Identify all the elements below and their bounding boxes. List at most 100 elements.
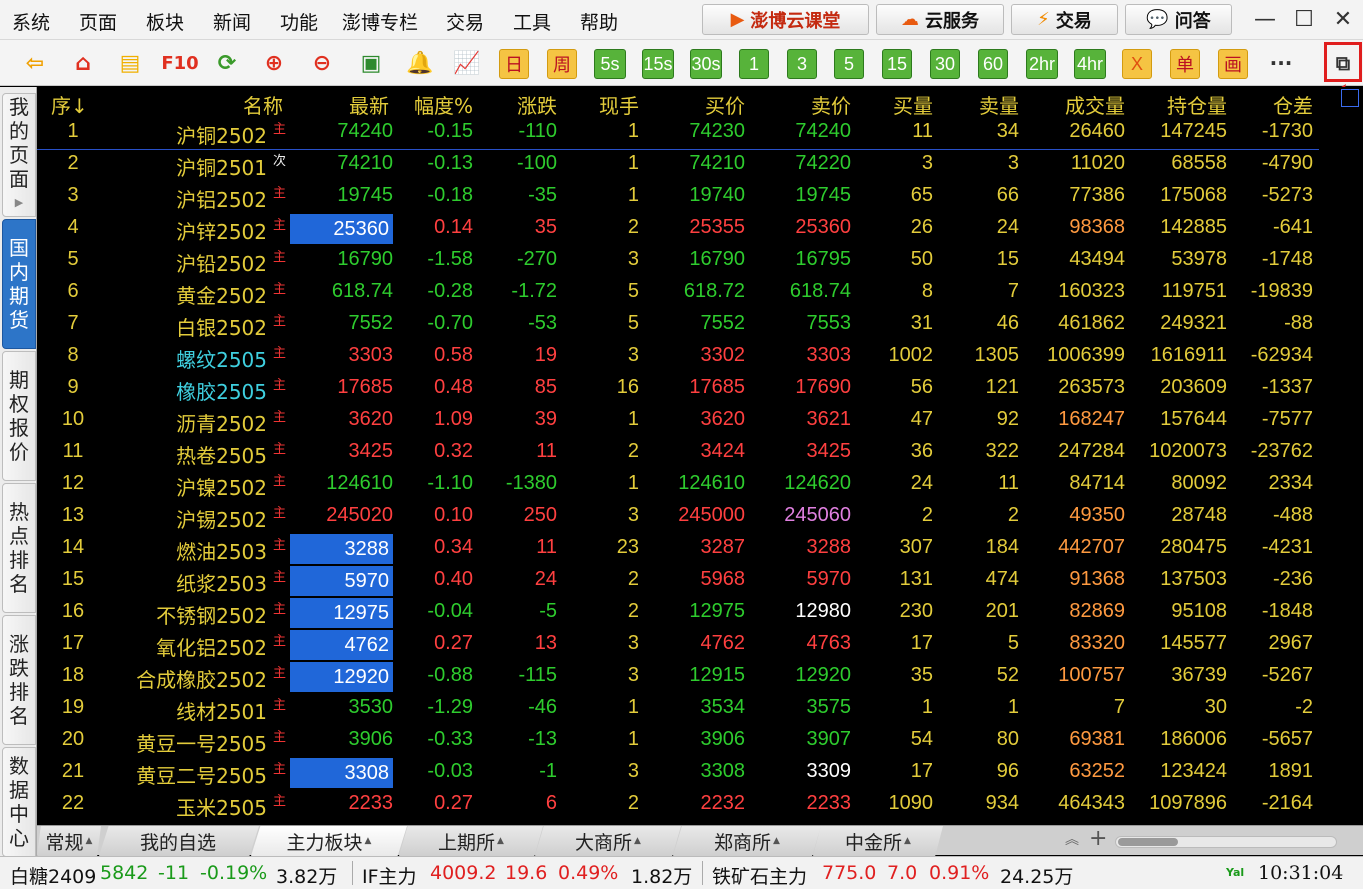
period-3m[interactable]: 3: [787, 49, 817, 79]
horizontal-scrollbar[interactable]: [1115, 836, 1337, 848]
column-header[interactable]: 卖价: [749, 90, 851, 119]
cell-oichg: -5267: [1261, 664, 1313, 686]
cell-bid: 3308: [700, 760, 746, 782]
sidebar-tab-options[interactable]: 期权报价: [2, 351, 36, 481]
back-arrow-icon[interactable]: ⇦: [20, 48, 50, 78]
cell-askv: 34: [996, 120, 1019, 142]
order-button[interactable]: 单: [1170, 49, 1200, 79]
zoom-in-icon[interactable]: ⊕: [259, 48, 289, 78]
column-settings-icon[interactable]: [1341, 89, 1359, 107]
cell-oichg: -1730: [1261, 120, 1313, 142]
period-5m[interactable]: 5: [834, 49, 864, 79]
period-5s[interactable]: 5s: [594, 49, 626, 79]
bell-icon[interactable]: 🔔: [405, 48, 435, 78]
chart-up-icon[interactable]: 📈: [452, 48, 482, 78]
column-header[interactable]: 成交量: [1027, 90, 1125, 119]
cell-no: 2: [67, 152, 79, 174]
cloud-class-button[interactable]: ▶ 澎博云课堂: [702, 4, 869, 35]
f10-icon[interactable]: F10: [160, 48, 200, 78]
column-header[interactable]: 买量: [857, 90, 933, 119]
trade-button[interactable]: ⚡ 交易: [1011, 4, 1118, 35]
column-header[interactable]: 现手: [577, 90, 639, 119]
cell-no: 12: [61, 472, 85, 494]
cell-askv: 1305: [974, 344, 1020, 366]
period-15m[interactable]: 15: [882, 49, 912, 79]
cloud-service-button[interactable]: ☁ 云服务: [876, 4, 1004, 35]
bottom-tab[interactable]: 我的自选: [99, 826, 259, 856]
ticker-1-name[interactable]: 白糖2409: [10, 862, 96, 889]
sidebar-tab-domestic-futures[interactable]: 国内期货: [2, 219, 36, 349]
period-day[interactable]: 日: [499, 49, 529, 79]
period-week[interactable]: 周: [547, 49, 577, 79]
menu-column[interactable]: 澎博专栏: [342, 8, 418, 35]
menu-news[interactable]: 新闻: [213, 8, 251, 35]
menu-sector[interactable]: 板块: [146, 8, 184, 35]
bottom-tab[interactable]: 主力板块 ▲: [251, 826, 407, 856]
scrollbar-thumb[interactable]: [1118, 838, 1178, 846]
tab-menu-arrow-icon: ▲: [773, 836, 780, 846]
bottom-tab[interactable]: 大商所 ▲: [535, 826, 681, 856]
column-header[interactable]: 持仓量: [1129, 90, 1227, 119]
sidebar-tab-data-center[interactable]: 数据中心: [2, 747, 36, 857]
sidebar-tab-my-page[interactable]: 我的页面 ▶: [2, 93, 36, 217]
sidebar-tab-hot-ranking[interactable]: 热点排名: [2, 483, 36, 613]
cell-last: 3425: [348, 440, 394, 462]
close-icon[interactable]: ✕: [1328, 6, 1358, 32]
column-header[interactable]: 卖量: [937, 90, 1019, 119]
more-icon[interactable]: ···: [1266, 48, 1296, 78]
cell-no: 13: [61, 504, 85, 526]
clock: 10:31:04: [1258, 862, 1344, 884]
menu-system[interactable]: 系统: [12, 8, 50, 35]
maximize-icon[interactable]: ☐: [1289, 6, 1319, 32]
bottom-tab[interactable]: 郑商所 ▲: [673, 826, 821, 856]
column-header[interactable]: 买价: [647, 90, 745, 119]
cell-pct: 0.14: [434, 216, 473, 238]
period-60m[interactable]: 60: [978, 49, 1008, 79]
period-2hr[interactable]: 2hr: [1026, 49, 1058, 79]
menu-function[interactable]: 功能: [280, 8, 318, 35]
cell-oichg: -2: [1295, 696, 1313, 718]
cell-bid: 25355: [689, 216, 745, 238]
menu-help[interactable]: 帮助: [580, 8, 618, 35]
column-header[interactable]: 仓差: [1231, 90, 1313, 119]
bottom-tab[interactable]: 上期所 ▲: [399, 826, 543, 856]
close-position-button[interactable]: X: [1122, 49, 1152, 79]
news-icon[interactable]: ▤: [115, 48, 145, 78]
cell-askv: 7: [1007, 280, 1019, 302]
minimize-icon[interactable]: —: [1250, 6, 1280, 32]
period-4hr[interactable]: 4hr: [1074, 49, 1106, 79]
column-header[interactable]: 涨跌: [477, 90, 557, 119]
zoom-out-icon[interactable]: ⊖: [307, 48, 337, 78]
cell-no: 19: [61, 696, 85, 718]
draw-button[interactable]: 画: [1218, 49, 1248, 79]
bottom-tab[interactable]: 常规 ▲: [37, 826, 101, 856]
sidebar-tab-change-ranking[interactable]: 涨跌排名: [2, 615, 36, 745]
cell-oichg: 1891: [1268, 760, 1314, 782]
bottom-tab[interactable]: 中金所 ▲: [813, 826, 943, 856]
home-icon[interactable]: ⌂: [68, 48, 98, 78]
cell-askv: 5: [1007, 632, 1019, 654]
ticker-2-name[interactable]: IF主力: [362, 862, 417, 889]
add-tab-icon[interactable]: +: [1089, 826, 1107, 851]
ticker-3-name[interactable]: 铁矿石主力: [712, 862, 807, 889]
column-header[interactable]: 序↓: [51, 90, 95, 119]
period-30s[interactable]: 30s: [690, 49, 722, 79]
column-header[interactable]: 最新: [307, 90, 389, 119]
column-header[interactable]: 名称: [197, 90, 283, 119]
contract-tag: 主: [273, 698, 287, 713]
cell-last: 5970: [290, 566, 393, 596]
period-30m[interactable]: 30: [930, 49, 960, 79]
period-15s[interactable]: 15s: [642, 49, 674, 79]
menu-trade[interactable]: 交易: [446, 8, 484, 35]
cell-ask: 3288: [806, 536, 852, 558]
cell-chg: -35: [528, 184, 557, 206]
column-header[interactable]: 幅度%: [397, 90, 473, 119]
qa-button[interactable]: 💬 问答: [1125, 4, 1232, 35]
windows-icon[interactable]: ▣: [356, 48, 386, 78]
menu-page[interactable]: 页面: [79, 8, 117, 35]
scroll-up-icon[interactable]: ︽: [1065, 829, 1079, 849]
period-1m[interactable]: 1: [739, 49, 769, 79]
ticker-1-percent: -0.19%: [200, 862, 268, 884]
refresh-icon[interactable]: ⟳: [212, 48, 242, 78]
menu-tools[interactable]: 工具: [513, 8, 551, 35]
